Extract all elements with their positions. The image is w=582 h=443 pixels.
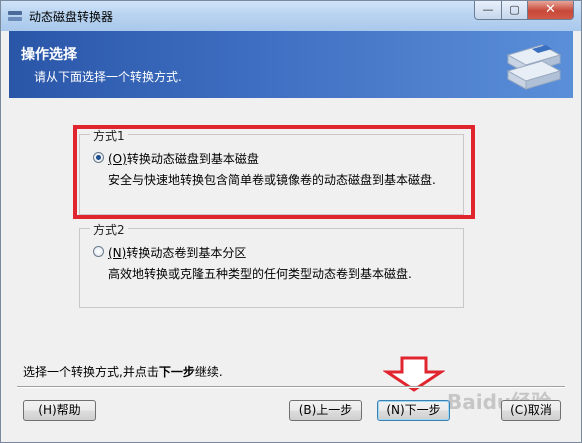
radio-option-2[interactable]: [93, 246, 104, 257]
dialog-window: 动态磁盘转换器 — ▢ ✕ 操作选择 请从下面选择一个转换方式. 方式1 (O)…: [0, 0, 582, 443]
close-button[interactable]: ✕: [527, 1, 574, 20]
status-prefix: 选择一个转换方式,并点击: [23, 365, 159, 379]
status-suffix: 继续.: [194, 365, 223, 379]
option-2-mnemonic: (N): [108, 246, 127, 260]
back-button[interactable]: (B)上一步: [289, 400, 362, 421]
maximize-button[interactable]: ▢: [501, 1, 528, 20]
page-title: 操作选择: [21, 47, 77, 63]
content-area: 方式1 (O)转换动态磁盘到基本磁盘 安全与快速地转换包含简单卷或镜像卷的动态磁…: [9, 98, 573, 438]
title-bar[interactable]: 动态磁盘转换器 — ▢ ✕: [1, 1, 581, 31]
option-2-description: 高效地转换或克隆五种类型的任何类型动态卷到基本磁盘.: [108, 267, 412, 281]
option-2-label[interactable]: (N)转换动态卷到基本分区: [108, 244, 246, 261]
group-legend-2: 方式2: [90, 221, 128, 238]
disk-converter-icon: [506, 44, 562, 90]
option-2-label-text: 转换动态卷到基本分区: [126, 246, 247, 260]
help-button[interactable]: (H)帮助: [23, 400, 96, 421]
page-subtitle: 请从下面选择一个转换方式.: [34, 70, 182, 84]
status-text: 选择一个转换方式,并点击下一步继续.: [23, 363, 223, 380]
highlight-annotation-box: [73, 125, 475, 219]
app-icon: [8, 11, 22, 21]
minimize-button[interactable]: —: [474, 1, 502, 20]
header-banner: 操作选择 请从下面选择一个转换方式.: [9, 31, 573, 98]
status-bold: 下一步: [158, 365, 195, 379]
cancel-button[interactable]: (C)取消: [501, 400, 561, 421]
next-button[interactable]: (N)下一步: [377, 400, 450, 421]
window-title: 动态磁盘转换器: [29, 10, 114, 24]
